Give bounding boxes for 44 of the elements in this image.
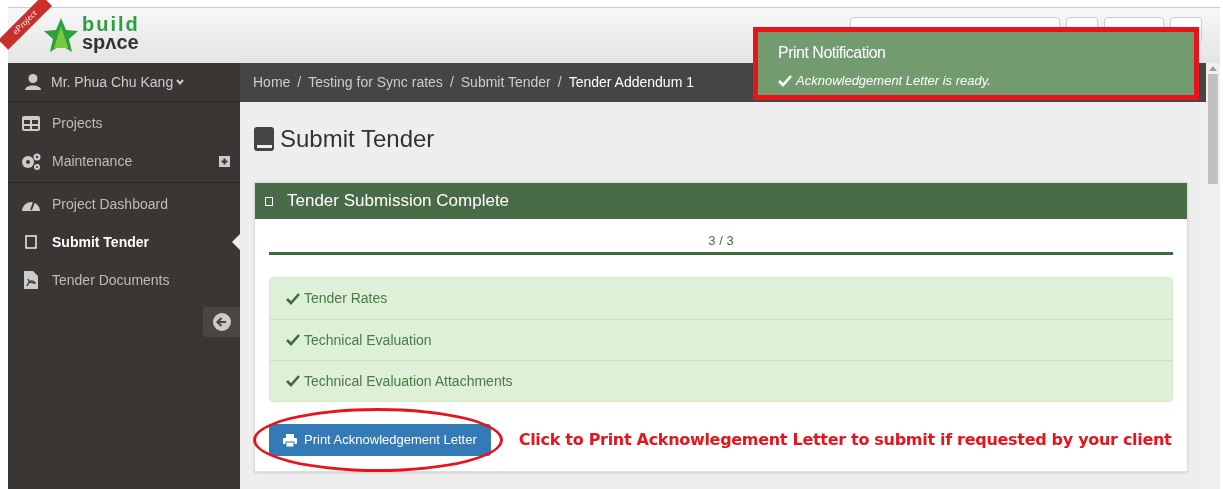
breadcrumb-link[interactable]: Submit Tender xyxy=(460,72,551,93)
breadcrumb-separator: / xyxy=(449,73,454,92)
sidebar-item[interactable]: Projects xyxy=(8,104,240,142)
breadcrumb-separator: / xyxy=(557,73,562,92)
progress-label: 3 / 3 xyxy=(708,233,734,249)
chevron-down-icon xyxy=(176,79,185,85)
annotation-text: Click to Print Acknowlegement Letter to submit if requested by your client xyxy=(518,429,1172,451)
checklist-item: Tender Rates xyxy=(270,278,1172,319)
star-logo-icon xyxy=(44,18,78,52)
sidebar-item[interactable]: Submit Tender xyxy=(8,223,240,261)
checklist-item: Technical Evaluation xyxy=(270,319,1172,360)
notification-title: Print Notification xyxy=(778,43,887,63)
check-icon xyxy=(286,334,300,346)
check-icon xyxy=(286,292,300,305)
checklist-item: Technical Evaluation Attachments xyxy=(270,360,1172,401)
logo-text: build xyxy=(82,15,140,33)
scrollbar-thumb[interactable] xyxy=(1208,74,1218,184)
collapse-button[interactable] xyxy=(203,307,240,337)
print-button[interactable]: Print Acknowledgement Letter xyxy=(269,424,491,456)
pdf-file-icon xyxy=(24,271,38,289)
breadcrumb-link[interactable]: Home xyxy=(253,72,291,93)
check-icon xyxy=(286,375,300,387)
sidebar-item[interactable]: Tender Documents xyxy=(8,261,240,299)
logo-text: spʌce xyxy=(82,33,139,51)
square-icon xyxy=(25,235,37,249)
square-icon xyxy=(265,196,273,206)
scroll-up-icon xyxy=(1209,65,1217,71)
page-title: Submit Tender xyxy=(280,124,435,154)
arrow-left-icon xyxy=(212,313,231,331)
check-icon xyxy=(778,74,792,87)
book-icon xyxy=(254,127,274,151)
breadcrumb-separator: / xyxy=(297,73,302,92)
gears-icon xyxy=(20,152,42,170)
breadcrumb-link[interactable]: Testing for Sync rates xyxy=(308,72,443,93)
grid-icon xyxy=(22,115,40,131)
panel-title: Tender Submission Complete xyxy=(287,190,510,213)
notification-message: Acknowledgement Letter is ready. xyxy=(796,72,991,90)
sidebar-item[interactable]: Project Dashboard xyxy=(8,185,240,223)
sidebar-item[interactable]: Maintenance xyxy=(8,142,240,180)
user-menu[interactable]: Mr. Phua Chu Kang xyxy=(51,71,185,93)
scrollbar[interactable] xyxy=(1206,63,1220,489)
user-icon xyxy=(25,74,41,90)
printer-icon xyxy=(283,433,297,447)
breadcrumb-current: Tender Addendum 1 xyxy=(568,73,694,92)
